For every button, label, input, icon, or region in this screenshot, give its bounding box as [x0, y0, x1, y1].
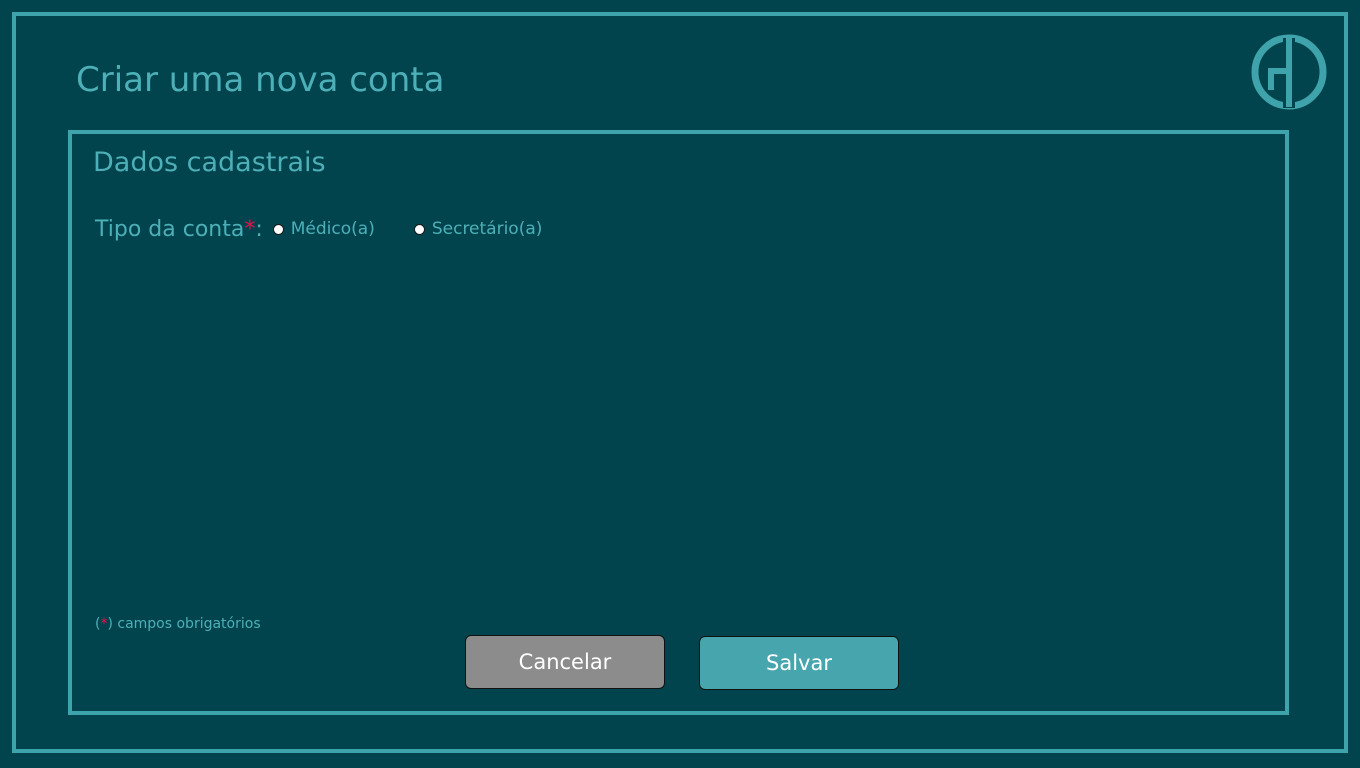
- radio-option-medico[interactable]: Médico(a): [272, 219, 375, 239]
- required-fields-note: (*) campos obrigatórios: [95, 616, 261, 632]
- cancel-button[interactable]: Cancelar: [465, 635, 665, 689]
- radio-label-secretario[interactable]: Secretário(a): [432, 219, 543, 239]
- page-title: Criar uma nova conta: [76, 60, 445, 100]
- app-window: Criar uma nova conta Dados cadastrais Ti…: [0, 0, 1360, 768]
- account-type-field: Tipo da conta*: Médico(a) Secretário(a): [95, 213, 542, 245]
- save-button[interactable]: Salvar: [699, 636, 899, 690]
- radio-label-medico[interactable]: Médico(a): [291, 219, 375, 239]
- panel-title: Dados cadastrais: [93, 147, 326, 178]
- required-star: *: [244, 216, 256, 242]
- gi-monogram-logo-icon: [1251, 34, 1327, 110]
- label-colon: :: [255, 216, 263, 242]
- account-type-label: Tipo da conta*:: [95, 217, 263, 242]
- radio-option-secretario[interactable]: Secretário(a): [413, 219, 543, 239]
- radio-button-medico[interactable]: [272, 223, 284, 235]
- note-text: ) campos obrigatórios: [107, 616, 261, 632]
- radio-button-secretario[interactable]: [413, 223, 425, 235]
- account-type-label-text: Tipo da conta: [95, 216, 245, 242]
